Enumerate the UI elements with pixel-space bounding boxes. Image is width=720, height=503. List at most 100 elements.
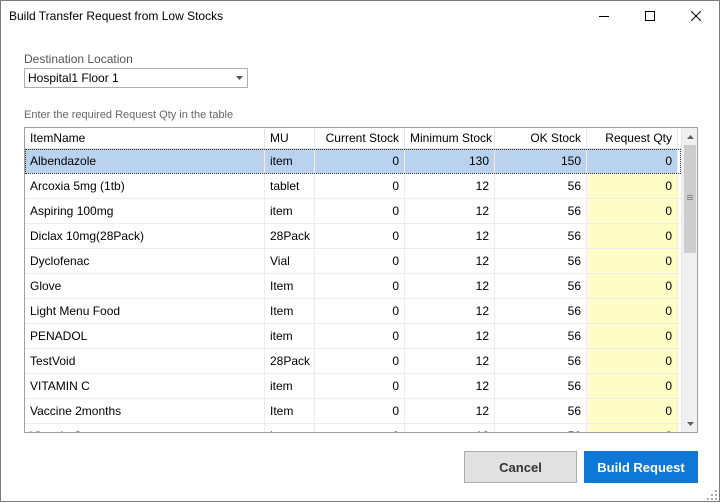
cell-item-name: Diclax 10mg(28Pack) bbox=[25, 224, 265, 248]
cell-current-stock: 0 bbox=[315, 174, 405, 198]
cancel-button[interactable]: Cancel bbox=[464, 451, 577, 483]
cell-minimum-stock: 12 bbox=[405, 399, 495, 423]
destination-location-select[interactable]: Hospital1 Floor 1 bbox=[24, 68, 248, 88]
table-row[interactable]: Diclax 10mg(28Pack) 28Pack 0 12 56 0 bbox=[25, 224, 681, 249]
cell-current-stock: 0 bbox=[315, 424, 405, 432]
cell-minimum-stock: 12 bbox=[405, 374, 495, 398]
scrollbar-thumb[interactable] bbox=[684, 145, 696, 253]
cell-minimum-stock: 12 bbox=[405, 274, 495, 298]
cell-minimum-stock: 12 bbox=[405, 199, 495, 223]
table-row[interactable]: Glove Item 0 12 56 0 bbox=[25, 274, 681, 299]
table-row[interactable]: Aspiring 100mg item 0 12 56 0 bbox=[25, 199, 681, 224]
destination-location-label: Destination Location bbox=[24, 52, 133, 66]
cell-request-qty[interactable]: 0 bbox=[587, 374, 678, 398]
cell-request-qty[interactable]: 0 bbox=[587, 424, 678, 432]
cell-current-stock: 0 bbox=[315, 399, 405, 423]
table-header: ItemName MU Current Stock Minimum Stock … bbox=[25, 128, 681, 149]
cell-request-qty[interactable]: 0 bbox=[587, 174, 678, 198]
cell-request-qty[interactable]: 0 bbox=[587, 149, 678, 173]
close-button[interactable] bbox=[673, 1, 719, 32]
scroll-down-icon[interactable] bbox=[682, 415, 697, 432]
header-item-name[interactable]: ItemName bbox=[25, 128, 265, 149]
table-row[interactable]: VITAMIN Citem 0 12 56 0 bbox=[25, 374, 681, 399]
cell-request-qty[interactable]: 0 bbox=[587, 199, 678, 223]
cell-mu: 28Pack bbox=[265, 224, 315, 248]
cell-ok-stock: 56 bbox=[495, 249, 587, 273]
build-request-button[interactable]: Build Request bbox=[584, 451, 698, 483]
destination-location-value: Hospital1 Floor 1 bbox=[28, 71, 119, 85]
header-current-stock[interactable]: Current Stock bbox=[315, 128, 405, 149]
cell-mu: Vial bbox=[265, 249, 315, 273]
cell-mu: 28Pack bbox=[265, 349, 315, 373]
title-bar[interactable]: Build Transfer Request from Low Stocks bbox=[1, 1, 719, 32]
cell-current-stock: 0 bbox=[315, 224, 405, 248]
cell-ok-stock: 150 bbox=[495, 149, 587, 173]
cell-request-qty[interactable]: 0 bbox=[587, 349, 678, 373]
cell-request-qty[interactable]: 0 bbox=[587, 274, 678, 298]
cell-current-stock: 0 bbox=[315, 299, 405, 323]
cell-ok-stock: 56 bbox=[495, 349, 587, 373]
minimize-button[interactable] bbox=[581, 1, 627, 32]
resize-grip-icon[interactable] bbox=[707, 489, 717, 500]
cell-mu: item bbox=[265, 324, 315, 348]
maximize-button[interactable] bbox=[627, 1, 673, 32]
cell-current-stock: 0 bbox=[315, 249, 405, 273]
grip-line bbox=[687, 199, 693, 200]
table-row[interactable]: TestVoid 28Pack 0 12 56 0 bbox=[25, 349, 681, 374]
cell-mu: item bbox=[265, 424, 315, 432]
cell-item-name: Aspiring 100mg bbox=[25, 199, 265, 223]
cell-request-qty[interactable]: 0 bbox=[587, 249, 678, 273]
cell-current-stock: 0 bbox=[315, 374, 405, 398]
minimize-icon bbox=[599, 10, 609, 24]
cell-current-stock: 0 bbox=[315, 149, 405, 173]
cell-ok-stock: 56 bbox=[495, 224, 587, 248]
cell-ok-stock: 56 bbox=[495, 374, 587, 398]
cell-item-name: Arcoxia 5mg (1tb) bbox=[25, 174, 265, 198]
cell-minimum-stock: 12 bbox=[405, 249, 495, 273]
grip-line bbox=[687, 197, 693, 198]
cell-item-name: Glove bbox=[25, 274, 265, 298]
table-row[interactable]: Dyclofenac Vial 0 12 56 0 bbox=[25, 249, 681, 274]
vertical-scrollbar[interactable] bbox=[681, 128, 697, 432]
table-row[interactable]: Light Menu Food Item 0 12 56 0 bbox=[25, 299, 681, 324]
table-instructions: Enter the required Request Qty in the ta… bbox=[24, 109, 234, 121]
cell-request-qty[interactable]: 0 bbox=[587, 299, 678, 323]
header-mu[interactable]: MU bbox=[265, 128, 315, 149]
cell-minimum-stock: 12 bbox=[405, 349, 495, 373]
header-ok-stock[interactable]: OK Stock bbox=[495, 128, 587, 149]
cell-ok-stock: 56 bbox=[495, 274, 587, 298]
build-transfer-request-window: Build Transfer Request from Low Stocks D… bbox=[0, 0, 720, 502]
cell-item-name: Dyclofenac bbox=[25, 249, 265, 273]
cell-current-stock: 0 bbox=[315, 199, 405, 223]
table-row[interactable]: Arcoxia 5mg (1tb) tablet 0 12 56 0 bbox=[25, 174, 681, 199]
cell-item-name: Albendazole bbox=[25, 149, 265, 173]
cell-request-qty[interactable]: 0 bbox=[587, 224, 678, 248]
scroll-up-icon[interactable] bbox=[682, 128, 697, 145]
chevron-down-icon[interactable] bbox=[231, 69, 247, 87]
table-row[interactable]: PENADOL item 0 12 56 0 bbox=[25, 324, 681, 349]
table-row[interactable]: Vitamin Citem012560 bbox=[25, 424, 681, 432]
cell-mu: tablet bbox=[265, 174, 315, 198]
cell-mu: Item bbox=[265, 399, 315, 423]
cell-mu: item bbox=[265, 374, 315, 398]
maximize-icon bbox=[645, 10, 655, 24]
header-minimum-stock[interactable]: Minimum Stock bbox=[405, 128, 495, 149]
cell-mu: item bbox=[265, 149, 315, 173]
header-request-qty[interactable]: Request Qty bbox=[587, 128, 678, 149]
cell-request-qty[interactable]: 0 bbox=[587, 399, 678, 423]
cell-mu: Item bbox=[265, 299, 315, 323]
low-stock-table: ItemName MU Current Stock Minimum Stock … bbox=[24, 127, 698, 433]
cell-item-name: PENADOL bbox=[25, 324, 265, 348]
cell-minimum-stock: 12 bbox=[405, 424, 495, 432]
cell-minimum-stock: 130 bbox=[405, 149, 495, 173]
cell-request-qty[interactable]: 0 bbox=[587, 324, 678, 348]
table-row[interactable]: Vaccine 2months Item 0 12 56 0 bbox=[25, 399, 681, 424]
cell-current-stock: 0 bbox=[315, 324, 405, 348]
cell-current-stock: 0 bbox=[315, 274, 405, 298]
cell-ok-stock: 56 bbox=[495, 324, 587, 348]
cell-ok-stock: 56 bbox=[495, 199, 587, 223]
table-row[interactable]: Albendazole item 0 130 150 0 bbox=[25, 149, 681, 174]
cell-mu: Item bbox=[265, 274, 315, 298]
cell-minimum-stock: 12 bbox=[405, 174, 495, 198]
grip-line bbox=[687, 195, 693, 196]
